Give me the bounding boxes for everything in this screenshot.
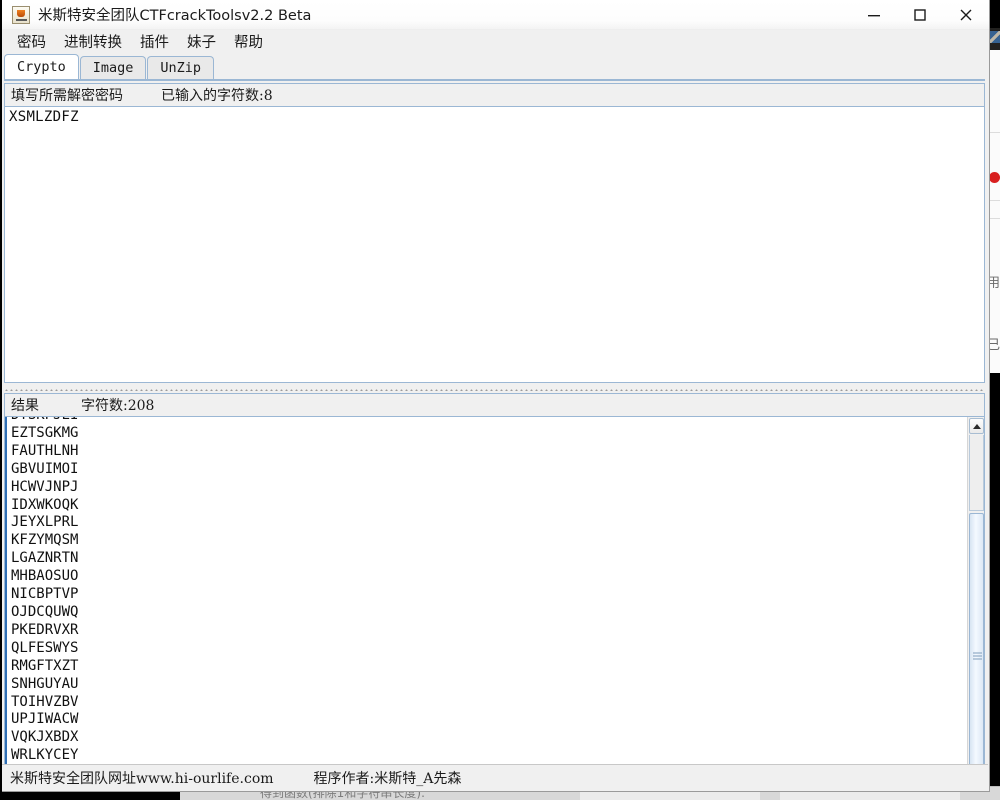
password-input-value: XSMLZDFZ: [9, 109, 79, 125]
close-icon: [960, 9, 972, 21]
maximize-icon: [914, 9, 926, 21]
input-panel: 填写所需解密密码 已输入的字符数:8 XSMLZDFZ: [4, 83, 985, 383]
statusbar-site-label: 米斯特安全团队网址www.hi-ourlife.com: [10, 771, 274, 787]
panel-splitter[interactable]: [4, 386, 985, 391]
result-line: UPJIWACW: [11, 711, 79, 728]
tab-unzip[interactable]: UnZip: [147, 56, 215, 79]
content-region: Crypto Image UnZip 填写所需解密密码 已输入的字符数:8 XS…: [0, 54, 989, 791]
result-line: EZTSGKMG: [11, 424, 79, 441]
result-line: LGAZNRTN: [11, 550, 79, 567]
result-line: SNHGUYAU: [11, 675, 79, 692]
window-controls: [851, 0, 989, 30]
result-line: WRLKYCEY: [11, 747, 79, 764]
statusbar: 米斯特安全团队网址www.hi-ourlife.com 程序作者:米斯特_A先森: [0, 764, 988, 791]
result-focus-indicator: [5, 417, 7, 791]
result-panel: 结果 字符数:208 DYSKPJEI EZTSGKMGFAUTHLNHGBVU…: [4, 393, 985, 791]
background-app-icon: [989, 31, 1000, 43]
result-line: JEYXLPRL: [11, 514, 79, 531]
input-char-count-label: 已输入的字符数:8: [161, 88, 273, 104]
menu-item-plugins[interactable]: 插件: [131, 30, 178, 56]
input-label-row: 填写所需解密密码 已输入的字符数:8: [5, 84, 984, 107]
scrollbar-grip-icon: [973, 652, 982, 659]
tab-image[interactable]: Image: [79, 56, 147, 79]
scroll-up-icon: [972, 423, 981, 429]
minimize-button[interactable]: [851, 0, 897, 30]
screen: , 用 , 己 得到函数(排除1和字符串长度): 米斯特安全团队CTFcrack…: [0, 0, 1000, 800]
result-line: FAUTHLNH: [11, 442, 79, 459]
tab-crypto[interactable]: Crypto: [4, 54, 79, 79]
result-output-box[interactable]: DYSKPJEI EZTSGKMGFAUTHLNHGBVUIMOIHCWVJNP…: [4, 416, 985, 791]
background-status-dot: [989, 172, 1000, 183]
result-list[interactable]: DYSKPJEI EZTSGKMGFAUTHLNHGBVUIMOIHCWVJNP…: [5, 417, 967, 791]
menu-item-base-convert[interactable]: 进制转换: [55, 30, 131, 56]
desktop-bottom-edge: [0, 792, 180, 800]
result-line: IDXWKOQK: [11, 496, 79, 513]
titlebar[interactable]: 米斯特安全团队CTFcrackToolsv2.2 Beta: [0, 0, 989, 30]
tab-strip: Crypto Image UnZip: [4, 54, 985, 81]
menu-item-girls[interactable]: 妹子: [178, 30, 225, 56]
result-line: PKEDRVXR: [11, 621, 79, 638]
java-coffee-cup-icon: [12, 5, 30, 24]
result-title-label: 结果: [11, 398, 39, 414]
application-window: 米斯特安全团队CTFcrackToolsv2.2 Beta 密码 进制转换 插件…: [0, 0, 990, 792]
maximize-button[interactable]: [897, 0, 943, 30]
result-line: NICBPTVP: [11, 586, 79, 603]
result-line: VQKJXBDX: [11, 729, 79, 746]
minimize-icon: [868, 15, 880, 17]
scrollbar-thumb[interactable]: [969, 513, 984, 791]
result-vertical-scrollbar[interactable]: [967, 417, 984, 791]
result-line: KFZYMQSM: [11, 532, 79, 549]
result-line: GBVUIMOI: [11, 460, 79, 477]
result-line: RMGFTXZT: [11, 657, 79, 674]
result-line: MHBAOSUO: [11, 568, 79, 585]
menu-item-help[interactable]: 帮助: [225, 30, 272, 56]
result-line: QLFESWYS: [11, 639, 79, 656]
desktop-left-edge: [0, 0, 2, 800]
scrollbar-track-upper[interactable]: [969, 435, 984, 511]
statusbar-author-label: 程序作者:米斯特_A先森: [313, 771, 462, 787]
input-prompt-label: 填写所需解密密码: [11, 88, 123, 104]
scroll-up-button[interactable]: [969, 418, 984, 434]
menu-item-password[interactable]: 密码: [8, 30, 55, 56]
result-label-row: 结果 字符数:208: [4, 393, 985, 416]
result-line: TOIHVZBV: [11, 693, 79, 710]
result-line: OJDCQUWQ: [11, 603, 79, 620]
password-input[interactable]: XSMLZDFZ: [5, 107, 984, 382]
menubar: 密码 进制转换 插件 妹子 帮助: [0, 30, 989, 56]
result-line-clipped: DYSKPJEI: [11, 417, 78, 425]
result-line: HCWVJNPJ: [11, 478, 79, 495]
close-button[interactable]: [943, 0, 989, 30]
result-char-count-label: 字符数:208: [81, 398, 155, 414]
result-lines-container: DYSKPJEI EZTSGKMGFAUTHLNHGBVUIMOIHCWVJNP…: [11, 417, 78, 783]
window-title: 米斯特安全团队CTFcrackToolsv2.2 Beta: [38, 8, 312, 24]
